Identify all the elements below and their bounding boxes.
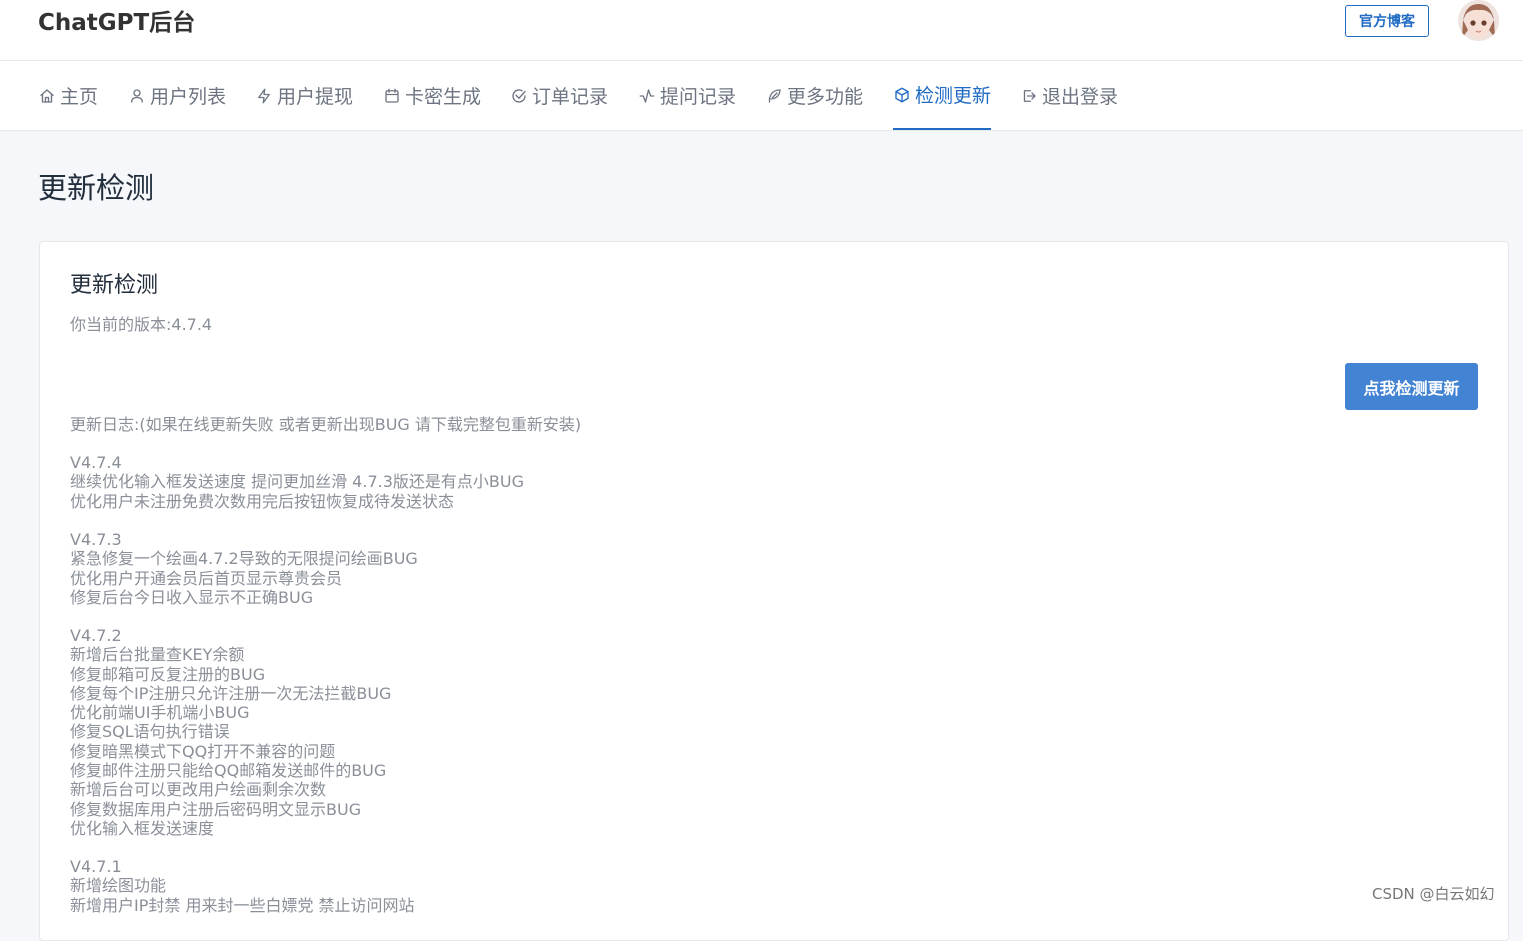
nav-label-home: 主页 xyxy=(60,86,99,108)
nav-item-check-update[interactable]: 检测更新 xyxy=(893,61,992,130)
nav-item-home[interactable]: 主页 xyxy=(38,61,98,130)
release-item: 修复每个IP注册只允许注册一次无法拦截BUG xyxy=(70,683,392,703)
release-block-4-7-2: V4.7.2 新增后台批量查KEY余额 修复邮箱可反复注册的BUG 修复每个IP… xyxy=(70,626,391,838)
nav-label-card-keys: 卡密生成 xyxy=(405,86,482,108)
release-item: 修复SQL语句执行错误 xyxy=(70,722,230,742)
release-block-4-7-3: V4.7.3 紧急修复一个绘画4.7.2导致的无限提问绘画BUG 优化用户开通会… xyxy=(70,530,418,607)
release-item: 新增后台批量查KEY余额 xyxy=(70,645,245,665)
main-nav: 主页 用户列表 用户提现 卡密生成 订单记录 提问记录 更多功能 检测更新 退出… xyxy=(0,61,1523,131)
update-card: 更新检测 你当前的版本:4.7.4 点我检测更新 更新日志:(如果在线更新失败 … xyxy=(39,241,1509,941)
nav-label-logout: 退出登录 xyxy=(1042,86,1119,108)
official-blog-button[interactable]: 官方博客 xyxy=(1345,5,1429,37)
check-circle-icon xyxy=(512,88,526,103)
release-item: 继续优化输入框发送速度 提问更加丝滑 4.7.3版还是有点小BUG xyxy=(70,472,524,492)
release-item: 修复数据库用户注册后密码明文显示BUG xyxy=(70,799,362,819)
check-update-button[interactable]: 点我检测更新 xyxy=(1345,363,1478,410)
release-block-4-7-1: V4.7.1 新增绘图功能 新增用户IP封禁 用来封一些白嫖党 禁止访问网站 xyxy=(70,857,415,915)
nav-item-withdraw[interactable]: 用户提现 xyxy=(255,61,353,130)
nav-item-card-keys[interactable]: 卡密生成 xyxy=(383,61,481,130)
watermark: CSDN @白云如幻 xyxy=(1372,885,1495,903)
changelog-header: 更新日志:(如果在线更新失败 或者更新出现BUG 请下载完整包重新安装) xyxy=(70,415,582,434)
calendar-icon xyxy=(385,88,399,103)
nav-label-withdraw: 用户提现 xyxy=(277,86,354,108)
user-icon xyxy=(131,88,143,103)
box-icon xyxy=(895,87,909,102)
release-version: V4.7.4 xyxy=(70,453,122,472)
feather-icon xyxy=(768,88,781,103)
nav-label-check-update: 检测更新 xyxy=(915,85,992,107)
release-version: V4.7.3 xyxy=(70,530,122,549)
release-item: 紧急修复一个绘画4.7.2导致的无限提问绘画BUG xyxy=(70,549,418,569)
release-item: 新增绘图功能 xyxy=(70,876,167,896)
nav-label-orders: 订单记录 xyxy=(532,86,609,108)
release-item: 新增后台可以更改用户绘画剩余次数 xyxy=(70,780,327,800)
avatar-image xyxy=(1458,0,1499,41)
release-item: 修复暗黑模式下QQ打开不兼容的问题 xyxy=(70,741,336,761)
release-version: V4.7.2 xyxy=(70,626,122,645)
nav-label-more: 更多功能 xyxy=(787,86,864,108)
nav-label-users: 用户列表 xyxy=(150,86,227,108)
bolt-icon xyxy=(258,88,270,103)
release-item: 修复邮箱可反复注册的BUG xyxy=(70,664,266,684)
nav-item-logout[interactable]: 退出登录 xyxy=(1020,61,1118,130)
release-item: 优化输入框发送速度 xyxy=(70,818,215,838)
avatar[interactable] xyxy=(1458,0,1499,41)
release-item: 修复后台今日收入显示不正确BUG xyxy=(70,587,314,607)
nav-item-users[interactable]: 用户列表 xyxy=(128,61,226,130)
activity-icon xyxy=(639,88,655,103)
nav-item-orders[interactable]: 订单记录 xyxy=(510,61,608,130)
release-version: V4.7.1 xyxy=(70,857,122,876)
nav-label-questions: 提问记录 xyxy=(660,86,737,108)
top-header: ChatGPT后台 官方博客 xyxy=(0,0,1523,61)
current-version: 你当前的版本:4.7.4 xyxy=(70,315,213,334)
logout-icon xyxy=(1023,89,1036,102)
release-item: 优化前端UI手机端小BUG xyxy=(70,703,250,723)
card-title: 更新检测 xyxy=(70,273,159,298)
release-item: 优化用户未注册免费次数用完后按钮恢复成待发送状态 xyxy=(70,491,455,511)
home-icon xyxy=(40,88,54,103)
app-title: ChatGPT后台 xyxy=(38,10,196,36)
nav-item-questions[interactable]: 提问记录 xyxy=(638,61,736,130)
page-title: 更新检测 xyxy=(38,171,155,205)
release-item: 优化用户开通会员后首页显示尊贵会员 xyxy=(70,568,343,588)
release-block-4-7-4: V4.7.4 继续优化输入框发送速度 提问更加丝滑 4.7.3版还是有点小BUG… xyxy=(70,453,524,511)
release-item: 修复邮件注册只能给QQ邮箱发送邮件的BUG xyxy=(70,761,387,781)
nav-item-more[interactable]: 更多功能 xyxy=(765,61,863,130)
